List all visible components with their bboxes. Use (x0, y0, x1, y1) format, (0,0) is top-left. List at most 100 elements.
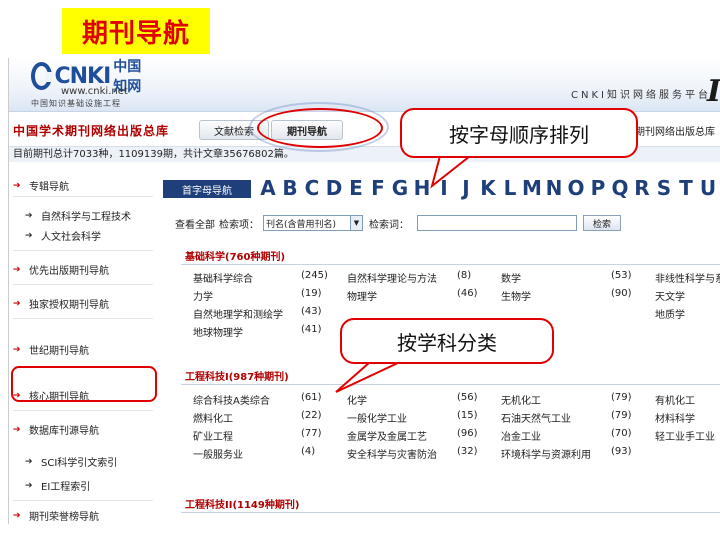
letter-link[interactable]: K (477, 176, 499, 200)
subject-link[interactable]: 轻工业手工业 (655, 428, 715, 443)
subject-link[interactable]: 石油天然气工业 (501, 410, 571, 425)
subject-link[interactable]: 自然科学理论与方法 (347, 270, 437, 285)
subject-link[interactable]: 物理学 (347, 288, 377, 303)
subject-count: (79) (611, 392, 632, 403)
subject-count: (8) (457, 270, 472, 281)
subject-link[interactable]: 一般服务业 (193, 446, 243, 461)
alphabet-letters: A B C D E F G H I J K L M N O P Q R S T (257, 176, 720, 200)
subject-link[interactable]: 生物学 (501, 288, 531, 303)
slide-title: 期刊导航 (62, 8, 210, 54)
callout-by-subject: 按学科分类 (340, 318, 554, 364)
section-title-engineering-2[interactable]: 工程科技II(1149种期刊) (185, 496, 299, 511)
sidebar-item-label: 独家授权期刊导航 (29, 300, 109, 311)
subject-link[interactable]: 地球物理学 (193, 324, 243, 339)
letter-link[interactable]: G (389, 176, 411, 200)
subject-link[interactable]: 有机化工 (655, 392, 695, 407)
highlight-core-journals (11, 366, 157, 402)
letter-link[interactable]: Q (609, 176, 631, 200)
section-title-basic-science[interactable]: 基础科学(760种期刊) (185, 248, 285, 263)
subject-count: (90) (611, 288, 632, 299)
subject-count: (32) (457, 446, 478, 457)
divider (13, 410, 153, 411)
subject-link[interactable]: 力学 (193, 288, 213, 303)
database-title[interactable]: 中国学术期刊网络出版总库 (13, 122, 169, 139)
subject-link[interactable]: 非线性科学与系统科学 (655, 270, 720, 285)
subject-link[interactable]: 无机化工 (501, 392, 541, 407)
letter-link[interactable]: J (455, 176, 477, 200)
arrow-right-icon: ➔ (25, 456, 33, 467)
letter-link[interactable]: R (631, 176, 653, 200)
subject-count: (15) (457, 410, 478, 421)
arrow-right-icon: ➔ (13, 510, 21, 521)
sidebar-item-subject-nav[interactable]: ➔ 专辑导航 (13, 178, 153, 194)
letter-link[interactable]: F (367, 176, 389, 200)
sidebar-item-label: 人文社会科学 (41, 232, 101, 243)
search-button[interactable]: 检索 (583, 215, 621, 231)
search-input[interactable] (417, 215, 577, 231)
subject-link[interactable]: 环境科学与资源利用 (501, 446, 591, 461)
sidebar-item-label: 世纪期刊导航 (29, 346, 89, 357)
sidebar-item-natural-science[interactable]: ➔ 自然科学与工程技术 (25, 208, 165, 224)
subject-link[interactable]: 天文学 (655, 288, 685, 303)
subject-link[interactable]: 一般化学工业 (347, 410, 407, 425)
subject-count: (245) (301, 270, 328, 281)
letter-link[interactable]: C (301, 176, 323, 200)
arrow-right-icon: ➔ (13, 180, 21, 191)
letter-link[interactable]: B (279, 176, 301, 200)
sidebar-item-humanities[interactable]: ➔ 人文社会科学 (25, 228, 165, 244)
subject-link[interactable]: 地质学 (655, 306, 685, 321)
subject-count: (53) (611, 270, 632, 281)
divider (13, 284, 153, 285)
sidebar-item-database-source[interactable]: ➔ 数据库刊源导航 (13, 422, 153, 438)
dropdown-arrow-icon[interactable]: ▼ (351, 215, 363, 231)
sidebar-item-priority-publish[interactable]: ➔ 优先出版期刊导航 (13, 262, 153, 278)
logo-url: www.cnki.net (61, 86, 128, 97)
sidebar-item-label: 专辑导航 (29, 182, 69, 193)
letter-link[interactable]: O (565, 176, 587, 200)
subject-link[interactable]: 材料科学 (655, 410, 695, 425)
letter-link[interactable]: M (521, 176, 543, 200)
letter-link[interactable]: D (323, 176, 345, 200)
tab-journal-database[interactable]: 期刊网络出版总库 (635, 120, 720, 140)
sidebar-item-exclusive[interactable]: ➔ 独家授权期刊导航 (13, 296, 153, 312)
subject-link[interactable]: 数学 (501, 270, 521, 285)
letter-link[interactable]: A (257, 176, 279, 200)
subject-count: (93) (611, 446, 632, 457)
subject-count: (61) (301, 392, 322, 403)
sidebar-item-century[interactable]: ➔ 世纪期刊导航 (13, 342, 153, 358)
subject-link[interactable]: 自然地理学和测绘学 (193, 306, 283, 321)
subject-link[interactable]: 基础科学综合 (193, 270, 253, 285)
view-all-link[interactable]: 查看全部 (175, 216, 215, 231)
logo-word: CNKI (54, 63, 111, 89)
section-title-engineering-1[interactable]: 工程科技I(987种期刊) (185, 368, 289, 383)
letter-link[interactable]: E (345, 176, 367, 200)
letter-link[interactable]: U (697, 176, 719, 200)
subject-link[interactable]: 化学 (347, 392, 367, 407)
divider (181, 384, 720, 385)
search-field-label: 检索项： (219, 219, 259, 231)
letter-link[interactable]: N (543, 176, 565, 200)
letter-link[interactable]: H (411, 176, 433, 200)
subject-link[interactable]: 金属学及金属工艺 (347, 428, 427, 443)
letter-link[interactable]: S (653, 176, 675, 200)
logo-subtitle: 中国知识基础设施工程 (31, 99, 121, 108)
subject-link[interactable]: 综合科技A类综合 (193, 392, 270, 407)
sidebar-item-honor[interactable]: ➔ 期刊荣誉榜导航 (13, 508, 153, 524)
subject-link[interactable]: 矿业工程 (193, 428, 233, 443)
arrow-right-icon: ➔ (13, 298, 21, 309)
sidebar-item-label: 期刊荣誉榜导航 (29, 512, 99, 523)
letter-link[interactable]: I (433, 176, 455, 200)
sidebar-item-sci[interactable]: ➔ SCI科学引文索引 (25, 454, 165, 470)
letter-link[interactable]: T (675, 176, 697, 200)
letter-link[interactable]: L (499, 176, 521, 200)
subject-link[interactable]: 冶金工业 (501, 428, 541, 443)
cnki-logo[interactable]: CNKI 中国知网 www.cnki.net 中国知识基础设施工程 (31, 59, 151, 108)
sidebar-item-label: 数据库刊源导航 (29, 426, 99, 437)
subject-link[interactable]: 燃料化工 (193, 410, 233, 425)
sidebar-item-ei[interactable]: ➔ EI工程索引 (25, 478, 165, 494)
letter-link[interactable]: P (587, 176, 609, 200)
search-field-select[interactable]: 刊名(含曾用刊名) (263, 215, 351, 231)
arrow-right-icon: ➔ (25, 480, 33, 491)
subject-link[interactable]: 安全科学与灾害防治 (347, 446, 437, 461)
sidebar-item-label: SCI科学引文索引 (41, 458, 118, 469)
